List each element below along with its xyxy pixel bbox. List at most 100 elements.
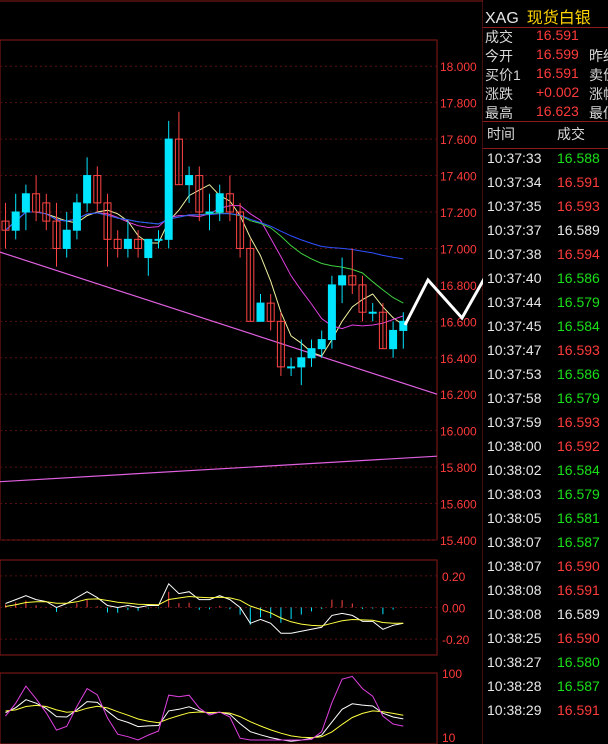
tick-price: 16.593 — [557, 414, 600, 430]
candle-body — [123, 238, 132, 249]
tick-price: 16.579 — [557, 294, 600, 310]
candle-body — [317, 339, 326, 350]
candle-body — [327, 284, 336, 341]
moving-averages — [5, 184, 404, 357]
tick-price: 16.591 — [557, 582, 600, 598]
tick-time: 10:38:08 — [487, 582, 542, 598]
tick-row[interactable]: 10:38:29 16.591 — [483, 702, 608, 726]
price-tick-label: 16.800 — [440, 279, 477, 293]
price-tick-label: 17.600 — [440, 133, 477, 147]
macd-tick-label: 0.00 — [442, 602, 466, 616]
tick-price: 16.589 — [557, 606, 600, 622]
tick-row[interactable]: 10:38:07 16.590 — [483, 558, 608, 582]
candle-body — [256, 302, 265, 322]
col-time-header: 时间 — [487, 126, 515, 142]
quote-value: 16.591 — [536, 65, 579, 81]
trendlines — [0, 251, 438, 483]
divider — [483, 121, 608, 122]
macd-dea-line — [5, 595, 404, 627]
tick-price: 16.594 — [557, 246, 600, 262]
tick-row[interactable]: 10:37:35 16.593 — [483, 198, 608, 222]
tick-price: 16.588 — [557, 150, 600, 166]
candle-body — [338, 275, 347, 286]
tick-time: 10:38:08 — [487, 606, 542, 622]
candle-body — [164, 138, 173, 240]
tick-row[interactable]: 10:38:27 16.580 — [483, 654, 608, 678]
tick-row[interactable]: 10:37:47 16.593 — [483, 342, 608, 366]
instrument-name: 现货白银 — [526, 10, 591, 27]
tick-time: 10:37:40 — [487, 270, 542, 286]
tick-row[interactable]: 10:38:28 16.587 — [483, 678, 608, 702]
tick-time: 10:38:27 — [487, 654, 542, 670]
tick-row[interactable]: 10:37:40 16.586 — [483, 270, 608, 294]
candle-body — [368, 311, 377, 314]
quote-label: 最高 — [485, 105, 513, 121]
tick-row[interactable]: 10:37:45 16.584 — [483, 318, 608, 342]
tick-row[interactable]: 10:38:00 16.592 — [483, 438, 608, 462]
tick-price: 16.584 — [557, 318, 600, 334]
tick-row[interactable]: 10:38:08 16.591 — [483, 582, 608, 606]
tick-price: 16.590 — [557, 630, 600, 646]
candle-body — [72, 202, 81, 231]
price-tick-label: 16.000 — [440, 425, 477, 439]
tick-row[interactable]: 10:38:02 16.584 — [483, 462, 608, 486]
kline-chart[interactable]: 18.000 17.800 17.600 17.400 17.200 17.000 16.8… — [0, 0, 483, 744]
tick-price: 16.579 — [557, 486, 600, 502]
candle-body — [297, 357, 306, 368]
candle-body — [205, 211, 214, 214]
panel-frame — [0, 39, 438, 541]
price-tick-label: 16.400 — [440, 352, 477, 366]
candle-body — [287, 366, 296, 369]
tick-time: 10:38:07 — [487, 558, 542, 574]
tick-price: 16.580 — [557, 654, 600, 670]
tick-row[interactable]: 10:38:03 16.579 — [483, 486, 608, 510]
quote-extra-label: 昨结 — [589, 48, 608, 64]
quote-label: 买价1 — [485, 67, 521, 83]
tick-price: 16.586 — [557, 366, 600, 382]
tick-price: 16.579 — [557, 390, 600, 406]
tick-row[interactable]: 10:37:38 16.594 — [483, 246, 608, 270]
tick-row[interactable]: 10:38:05 16.581 — [483, 510, 608, 534]
tick-row[interactable]: 10:37:34 16.591 — [483, 174, 608, 198]
quote-value: 16.623 — [536, 103, 579, 119]
kdj-k-line — [5, 699, 404, 742]
kdj-tick-label: 10 — [442, 731, 456, 744]
candle-body — [185, 175, 194, 186]
symbol[interactable]: XAG — [485, 10, 519, 27]
tick-row[interactable]: 10:37:53 16.586 — [483, 366, 608, 390]
tick-row[interactable]: 10:38:25 16.590 — [483, 630, 608, 654]
price-tick-label: 17.800 — [440, 97, 477, 111]
quote-label: 今开 — [485, 48, 513, 64]
tick-price: 16.589 — [557, 222, 600, 238]
candle-body — [307, 348, 316, 359]
tick-row[interactable]: 10:37:59 16.593 — [483, 414, 608, 438]
tick-time: 10:38:00 — [487, 438, 542, 454]
tick-time: 10:37:59 — [487, 414, 542, 430]
tick-row[interactable]: 10:38:07 16.587 — [483, 534, 608, 558]
tick-row[interactable]: 10:37:58 16.579 — [483, 390, 608, 414]
quote-value: 16.591 — [536, 27, 579, 43]
tick-price: 16.593 — [557, 342, 600, 358]
macd-tick-label: 0.20 — [442, 570, 466, 584]
price-tick-label: 17.000 — [440, 242, 477, 256]
tick-time: 10:37:35 — [487, 198, 542, 214]
quote-value: +0.002 — [536, 84, 580, 100]
tick-row[interactable]: 10:38:08 16.589 — [483, 606, 608, 630]
tick-time: 10:38:25 — [487, 630, 542, 646]
tick-time: 10:37:38 — [487, 246, 542, 262]
col-price-header: 成交 — [557, 126, 585, 142]
panel-frame — [0, 672, 438, 744]
candle-body — [21, 193, 30, 213]
tick-price: 16.587 — [557, 678, 600, 694]
kdj-tick-label: 100 — [442, 667, 462, 681]
tick-row[interactable]: 10:37:37 16.589 — [483, 222, 608, 246]
quote-label: 成交 — [485, 29, 513, 45]
price-tick-label: 15.400 — [440, 534, 477, 548]
quote-extra-label: 涨幅 — [589, 86, 608, 102]
candle-body — [389, 329, 398, 350]
tick-row[interactable]: 10:37:33 16.588 — [483, 150, 608, 174]
tick-time: 10:38:03 — [487, 486, 542, 502]
tick-price: 16.593 — [557, 198, 600, 214]
tick-row[interactable]: 10:37:44 16.579 — [483, 294, 608, 318]
tick-time: 10:37:47 — [487, 342, 542, 358]
